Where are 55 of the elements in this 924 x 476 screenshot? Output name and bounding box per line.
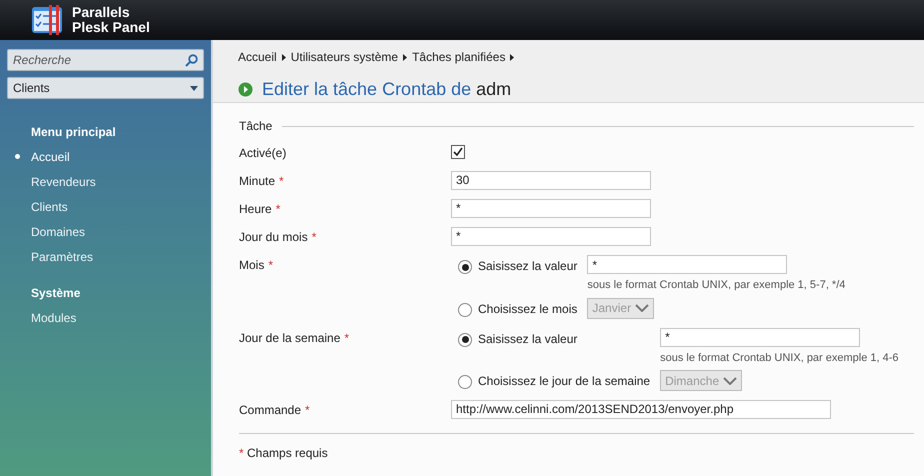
field-label: Heure (239, 202, 272, 216)
radio-label[interactable]: Saisissez la valeur (478, 328, 654, 348)
menu-item[interactable]: Modules (7, 305, 204, 330)
text-field[interactable]: 30 (451, 170, 651, 190)
check-icon (453, 147, 463, 157)
radio-button[interactable] (458, 332, 472, 346)
required-mark: * (279, 174, 284, 188)
breadcrumb-link[interactable]: Accueil (238, 48, 277, 66)
required-mark: * (344, 330, 350, 344)
field-hint: sous le format Crontab UNIX, par exemple 1, 4-6 (660, 350, 899, 366)
arrow-right-icon (510, 54, 514, 60)
arrow-right-icon (282, 54, 286, 60)
field-label: Minute (239, 174, 276, 188)
field-hint: sous le format Crontab UNIX, par exemple 1, 5-7, */4 (587, 278, 846, 293)
text-field[interactable]: http://www.celinni.com/2013SEND2013/envoyer.php (451, 400, 831, 418)
field-label: Jour de la semaine (239, 330, 340, 344)
menu-item[interactable]: Clients (7, 194, 204, 219)
text-field[interactable]: * (660, 328, 860, 346)
menu-section-title: Système (30, 284, 82, 302)
caret-icon (190, 86, 198, 90)
field-label: Commande (239, 402, 302, 416)
chevron-down-icon (635, 304, 650, 312)
text-field[interactable]: * (451, 198, 651, 218)
search-field[interactable]: Recherche (7, 49, 204, 71)
radio-label[interactable]: Saisissez la valeur (478, 255, 582, 275)
brand-name: Plesk Panel (72, 20, 150, 35)
required-mark: * (268, 258, 274, 272)
context-dropdown[interactable]: Clients (7, 77, 204, 99)
brand-name: Parallels (72, 5, 131, 20)
checkbox[interactable] (451, 145, 465, 159)
menu-item[interactable]: Accueil (7, 144, 204, 169)
required-note: * Champs requis (239, 446, 328, 460)
required-mark: * (312, 230, 316, 244)
required-mark: * (276, 202, 280, 216)
field-label: Mois (239, 258, 264, 272)
menu-section-title: Menu principal (30, 124, 117, 140)
checklist-logo-icon (32, 5, 64, 35)
arrow-circle-icon (238, 82, 253, 97)
page-title: Editer la tâche Crontab de adm (262, 78, 512, 101)
menu-item[interactable]: Domaines (7, 219, 204, 244)
section-legend: Tâche (239, 117, 272, 135)
field-label: Jour du mois (239, 230, 308, 244)
field-label: Activé(e) (239, 146, 286, 160)
search-icon (185, 54, 198, 66)
menu-item[interactable]: Revendeurs (7, 169, 204, 194)
search-placeholder: Recherche (13, 52, 72, 69)
radio-button[interactable] (458, 260, 472, 274)
breadcrumb-link[interactable]: Utilisateurs système (290, 48, 398, 66)
required-mark: * (305, 402, 310, 416)
chevron-down-icon (723, 376, 738, 384)
text-field[interactable]: * (451, 226, 651, 246)
menu-item[interactable]: Paramètres (7, 244, 204, 269)
arrow-right-icon (403, 54, 408, 60)
breadcrumb-link[interactable]: Tâches planifiées (412, 48, 506, 66)
text-field[interactable]: * (587, 255, 788, 274)
